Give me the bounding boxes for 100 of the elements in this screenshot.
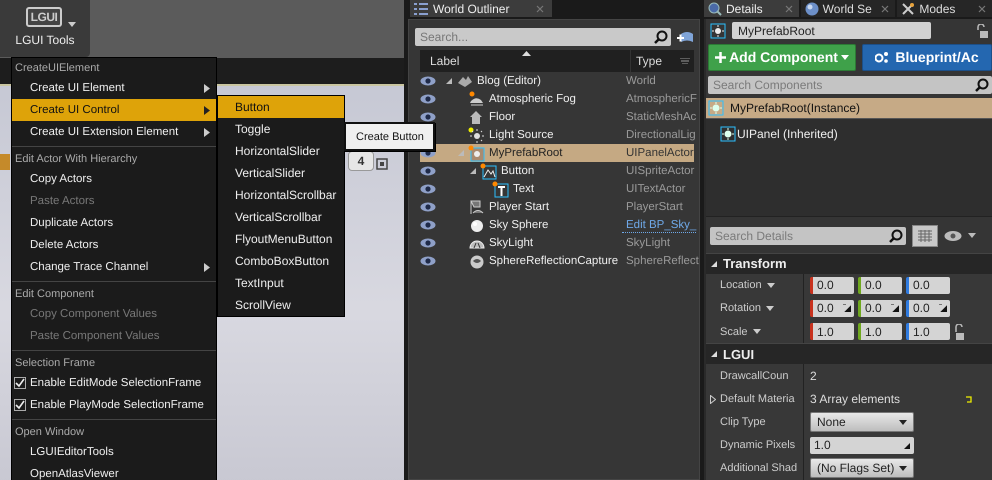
number-field[interactable]: 0.0: [906, 300, 950, 317]
camera-speed-button[interactable]: 4: [348, 151, 374, 171]
menu-item[interactable]: Copy Actors: [12, 168, 216, 190]
spin-icon: [891, 304, 899, 312]
menu-item[interactable]: Enable EditMode SelectionFrame: [12, 372, 216, 394]
menu-item[interactable]: ScrollView: [218, 294, 344, 316]
close-icon[interactable]: [978, 4, 986, 12]
eye-icon[interactable]: [944, 230, 962, 242]
outliner-row[interactable]: Sky Sphere Edit BP_Sky_: [442, 216, 696, 234]
menu-item[interactable]: OpenAtlasViewer: [12, 463, 216, 480]
menu-item[interactable]: HorizontalSlider: [218, 140, 344, 162]
category-header[interactable]: LGUI: [706, 343, 992, 364]
menu-item[interactable]: ComboBoxButton: [218, 250, 344, 272]
tools-icon: [901, 2, 916, 16]
menu-section-header: CreateUIElement: [14, 61, 100, 76]
caret-icon: [766, 306, 774, 311]
outliner-row[interactable]: Light Source DirectionalLig: [442, 126, 696, 144]
reset-icon[interactable]: [966, 396, 974, 403]
add-filter-icon[interactable]: [677, 30, 693, 44]
number-field[interactable]: 1.0: [810, 436, 914, 454]
plus-icon: [715, 52, 726, 63]
blueprint-button[interactable]: Blueprint/Ac: [862, 44, 992, 71]
menu-item[interactable]: Toggle: [218, 118, 344, 140]
menu-item[interactable]: Duplicate Actors: [12, 212, 216, 234]
lock-icon[interactable]: [976, 24, 988, 38]
component-icon: [720, 126, 736, 142]
outliner-row[interactable]: Atmospheric Fog AtmosphericF: [442, 90, 697, 108]
outliner-row[interactable]: Text UITextActor: [442, 180, 694, 198]
menu-item[interactable]: Create UI Element: [12, 77, 216, 99]
spin-icon: [843, 304, 851, 312]
menu-item[interactable]: LGUIEditorTools: [12, 441, 216, 463]
menu-item[interactable]: Enable PlayMode SelectionFrame: [12, 394, 216, 416]
number-field[interactable]: 0.0: [906, 276, 950, 294]
number-field[interactable]: 0.0: [810, 276, 854, 294]
property-matrix-button[interactable]: [912, 224, 938, 247]
property-label: Rotation: [720, 302, 761, 314]
unlock-icon[interactable]: [954, 324, 964, 340]
number-field[interactable]: 0.0: [810, 300, 854, 317]
category-header[interactable]: Transform: [706, 252, 992, 274]
search-field[interactable]: Search...: [415, 28, 671, 46]
dropdown[interactable]: None: [810, 412, 914, 432]
close-icon[interactable]: [536, 4, 544, 12]
menu-section-header: Open Window: [14, 425, 86, 440]
outliner-row[interactable]: Player Start PlayerStart: [442, 198, 694, 216]
panel-tab[interactable]: World Se: [800, 0, 896, 17]
search-icon: [889, 228, 903, 243]
number-field[interactable]: 1.0: [858, 323, 902, 340]
component-row[interactable]: UIPanel (Inherited): [706, 118, 992, 149]
edit-link[interactable]: Edit BP_Sky_: [622, 218, 696, 232]
name-field[interactable]: MyPrefabRoot: [732, 22, 931, 39]
image-icon: [480, 162, 498, 180]
close-icon[interactable]: [784, 4, 793, 12]
type-text: UIPanelActor: [625, 147, 694, 159]
expand-icon[interactable]: [469, 167, 477, 175]
info-search-icon: [708, 2, 722, 16]
gears-icon: [875, 51, 890, 64]
type-text: SphereReflect: [625, 255, 699, 267]
menu-item[interactable]: FlyoutMenuButton: [218, 228, 344, 250]
checkbox[interactable]: [14, 377, 26, 389]
menu-item[interactable]: Create UI Extension Element: [12, 121, 216, 143]
panel-tab[interactable]: Details: [704, 0, 799, 17]
menu-item[interactable]: Delete Actors: [12, 234, 216, 256]
menu-item[interactable]: Create UI Control: [12, 99, 216, 121]
maximize-icon[interactable]: [376, 158, 388, 170]
outliner-row[interactable]: Blog (Editor) World: [442, 72, 694, 90]
menu-section-header: Edit Component: [14, 287, 95, 302]
sort-icon: [522, 51, 531, 56]
lgui-tools-button[interactable]: LGUI LGUI Tools: [0, 0, 90, 57]
button-tooltip: Create Button: [344, 122, 435, 151]
close-icon[interactable]: [881, 4, 890, 12]
number-field[interactable]: 0.0: [858, 276, 902, 294]
component-row[interactable]: MyPrefabRoot(Instance): [706, 98, 992, 119]
column-header[interactable]: Label: [420, 50, 631, 72]
menu-item[interactable]: Change Trace Channel: [12, 256, 216, 278]
menu-item[interactable]: VerticalScrollbar: [218, 206, 344, 228]
column-header[interactable]: Type: [631, 54, 694, 68]
outliner-row[interactable]: SkyLight SkyLight: [442, 234, 694, 252]
menu-item[interactable]: HorizontalScrollbar: [218, 184, 344, 206]
checkbox[interactable]: [14, 399, 26, 411]
number-field[interactable]: 1.0: [906, 323, 950, 340]
search-field[interactable]: Search Details: [710, 226, 906, 245]
collapse-icon[interactable]: [710, 394, 716, 404]
column-menu-icon[interactable]: [680, 58, 690, 64]
cloud-icon: [468, 90, 486, 108]
panel-tab[interactable]: Modes: [897, 0, 992, 17]
actor-icon: [710, 22, 726, 38]
type-text: UITextActor: [625, 183, 686, 195]
outliner-row[interactable]: SphereReflectionCapture SphereReflect: [442, 252, 699, 270]
number-field[interactable]: 1.0: [810, 323, 854, 340]
number-field[interactable]: 0.0: [858, 300, 902, 317]
search-field[interactable]: Search Components: [708, 76, 992, 94]
menu-item[interactable]: Button: [218, 96, 344, 118]
globe-icon: [804, 2, 819, 16]
expand-icon[interactable]: [445, 77, 453, 85]
menu-item[interactable]: VerticalSlider: [218, 162, 344, 184]
outliner-row[interactable]: Button UISpriteActor: [442, 162, 694, 180]
panel-tab[interactable]: World Outliner: [410, 0, 552, 17]
menu-item[interactable]: TextInput: [218, 272, 344, 294]
outliner-row[interactable]: Floor StaticMeshAc: [442, 108, 696, 126]
dropdown[interactable]: (No Flags Set): [810, 458, 914, 478]
